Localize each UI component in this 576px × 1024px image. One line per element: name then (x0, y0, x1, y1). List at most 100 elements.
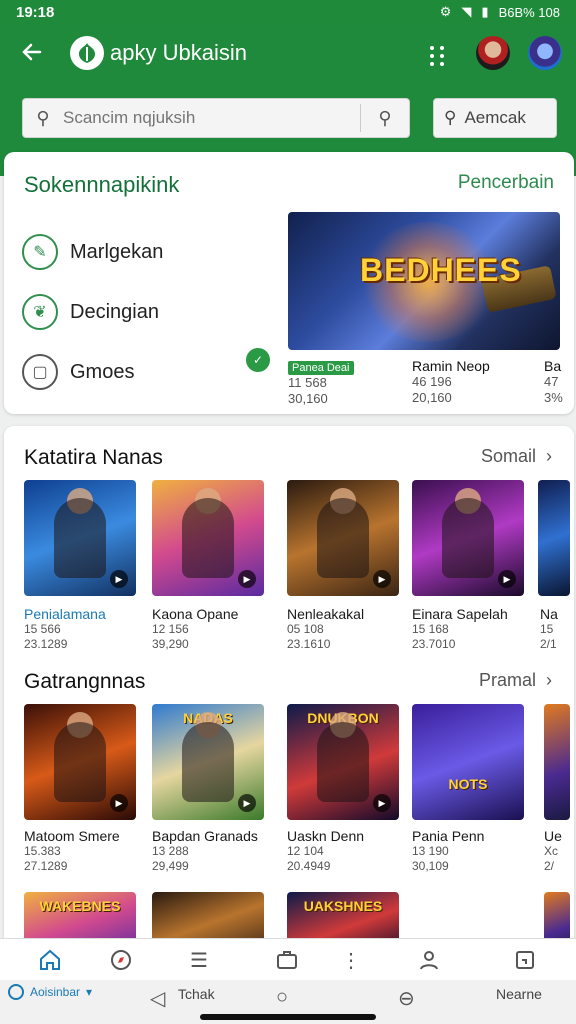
avatar-secondary[interactable] (528, 36, 562, 70)
game-name[interactable]: Einara Sapelah (412, 606, 532, 622)
game-info: Bapdan Granads 13 288 29,499 (152, 828, 272, 874)
game-name[interactable]: Pania Penn (412, 828, 532, 844)
app-logo-icon (70, 36, 104, 70)
featured-item-count: 47 (544, 374, 559, 389)
game-tile[interactable]: ▶ (24, 704, 136, 820)
game-count: 2/ (544, 859, 555, 873)
featured-item-name: Ramin Neop (412, 358, 490, 374)
featured-item-name: Ba (544, 358, 562, 374)
play-icon: ▶ (238, 794, 256, 812)
recents-icon[interactable]: ⊖ (398, 986, 415, 1011)
game-tile[interactable]: NOTS (412, 704, 524, 820)
secondary-search-label: Aemcak (464, 108, 526, 127)
account-label: Aoisinbar (30, 985, 81, 999)
game-count: 2/1 (540, 637, 557, 651)
section-link-label: Somail (480, 446, 536, 466)
play-icon: ▶ (498, 570, 516, 588)
game-info: Uaskn Denn 12 104 20.4949 (287, 828, 407, 874)
calendar-icon[interactable] (510, 945, 540, 975)
game-count: 05 108 (287, 622, 324, 636)
game-name[interactable]: Kaona Opane (152, 606, 272, 622)
game-tile[interactable]: ▶ (24, 480, 136, 596)
briefcase-icon[interactable] (272, 945, 302, 975)
avatar[interactable] (476, 36, 510, 70)
compass-icon[interactable] (106, 945, 136, 975)
search-button-icon[interactable]: ⚲ (361, 98, 409, 138)
game-name[interactable]: Bapdan Granads (152, 828, 272, 844)
game-tile[interactable]: DNUKBON ▶ (287, 704, 399, 820)
section-see-all-link[interactable]: Somail › (481, 446, 552, 467)
section-title: Katatira Nanas (24, 446, 163, 469)
search-bar: ⚲ ⚲ (22, 98, 410, 138)
battery-icon: ▮ (481, 4, 489, 19)
home-icon[interactable] (35, 945, 65, 975)
game-name[interactable]: Nenleakakal (287, 606, 407, 622)
secondary-search-button[interactable]: ⚲ Aemcak (433, 98, 557, 138)
account-switcher[interactable]: Aoisinbar ▾ (8, 984, 92, 1000)
wifi-icon: ◥ (461, 4, 472, 19)
tile-character-body (317, 722, 369, 802)
games-list-card: Katatira Nanas Somail › ▶ ▶ ▶ ▶ Penialama… (4, 426, 574, 956)
game-name[interactable]: Na (540, 606, 570, 622)
featured-item-2[interactable]: Ramin Neop 46 196 20,160 (412, 358, 490, 406)
game-tile-partial[interactable] (538, 480, 570, 596)
game-count: 39,290 (152, 637, 189, 651)
game-name[interactable]: Matoom Smere (24, 828, 144, 844)
status-icons: ⚙ ◥ ▮ B6B% 108 (440, 4, 560, 20)
category-item-1[interactable]: ✎ Marlgekan (22, 222, 272, 282)
section-see-all-link[interactable]: Pramal › (479, 670, 552, 691)
game-count: Xc (544, 844, 559, 858)
category-item-3[interactable]: ▢ Gmoes (22, 342, 272, 402)
system-bar: Aoisinbar ▾ ◁ Tchak ○ ⊖ Nearne (0, 980, 576, 1024)
search-icon: ⚲ (444, 108, 457, 127)
tile-character-body (442, 498, 494, 578)
featured-title: Sokennnapikink (24, 172, 180, 197)
tile-logo-text: NOTS (448, 776, 488, 792)
game-count: 29,499 (152, 859, 189, 873)
game-count: 20.4949 (287, 859, 331, 873)
featured-item-1[interactable]: Panea Deai 11 568 30,160 (288, 358, 354, 407)
game-name[interactable]: Penialamana (24, 606, 144, 622)
category-item-2[interactable]: ❦ Decingian (22, 282, 272, 342)
game-tile[interactable]: ▶ (287, 480, 399, 596)
game-count: 30,109 (412, 859, 449, 873)
game-tile[interactable]: NADAS ▶ (152, 704, 264, 820)
game-name[interactable]: Ue (544, 828, 570, 844)
tile-character-body (182, 722, 234, 802)
back-arrow-icon[interactable] (18, 38, 46, 66)
game-tile[interactable]: ▶ (412, 480, 524, 596)
status-right-text: B6B% 108 (498, 4, 560, 20)
game-tile-partial[interactable] (544, 704, 570, 820)
featured-card: Sokennnapikink Pencerbain ✎ Marlgekan ❦ … (4, 152, 574, 414)
status-bar: 19:18 ⚙ ◥ ▮ B6B% 108 (0, 0, 576, 24)
search-input[interactable] (63, 108, 360, 128)
game-info: Matoom Smere 15.383 27.1289 (24, 828, 144, 874)
home-indicator[interactable] (200, 1014, 376, 1020)
featured-item-count: 11 568 (288, 375, 327, 390)
featured-item-3[interactable]: Ba 47 3% (544, 358, 563, 406)
featured-item-count: 3% (544, 390, 563, 405)
check-badge-icon: ✓ (246, 348, 270, 372)
featured-banner[interactable]: BEDHEES (288, 212, 560, 350)
game-count: 23.7010 (412, 637, 456, 651)
game-name[interactable]: Uaskn Denn (287, 828, 407, 844)
tile-character-body (317, 498, 369, 578)
tile-logo-text: UAKSHNES (303, 898, 383, 914)
game-count: 23.1610 (287, 637, 331, 651)
tile-character-body (54, 722, 106, 802)
back-triangle-icon[interactable]: ◁ (150, 986, 165, 1011)
game-count: 15.383 (24, 844, 61, 858)
play-icon: ▶ (110, 570, 128, 588)
more-vertical-icon[interactable]: ⋮ (336, 945, 366, 975)
home-circle-icon[interactable]: ○ (276, 986, 288, 1009)
featured-item-count: 46 196 (412, 374, 452, 389)
more-options-icon[interactable] (428, 44, 452, 68)
person-icon[interactable] (414, 945, 444, 975)
game-tile[interactable]: ▶ (152, 480, 264, 596)
game-info: Pania Penn 13 190 30,109 (412, 828, 532, 874)
list-icon[interactable]: ☰ (184, 945, 214, 975)
category-label: Gmoes (70, 360, 135, 383)
game-info: Kaona Opane 12 156 39,290 (152, 606, 272, 652)
featured-see-all-link[interactable]: Pencerbain (458, 172, 554, 194)
game-info: Nenleakakal 05 108 23.1610 (287, 606, 407, 652)
